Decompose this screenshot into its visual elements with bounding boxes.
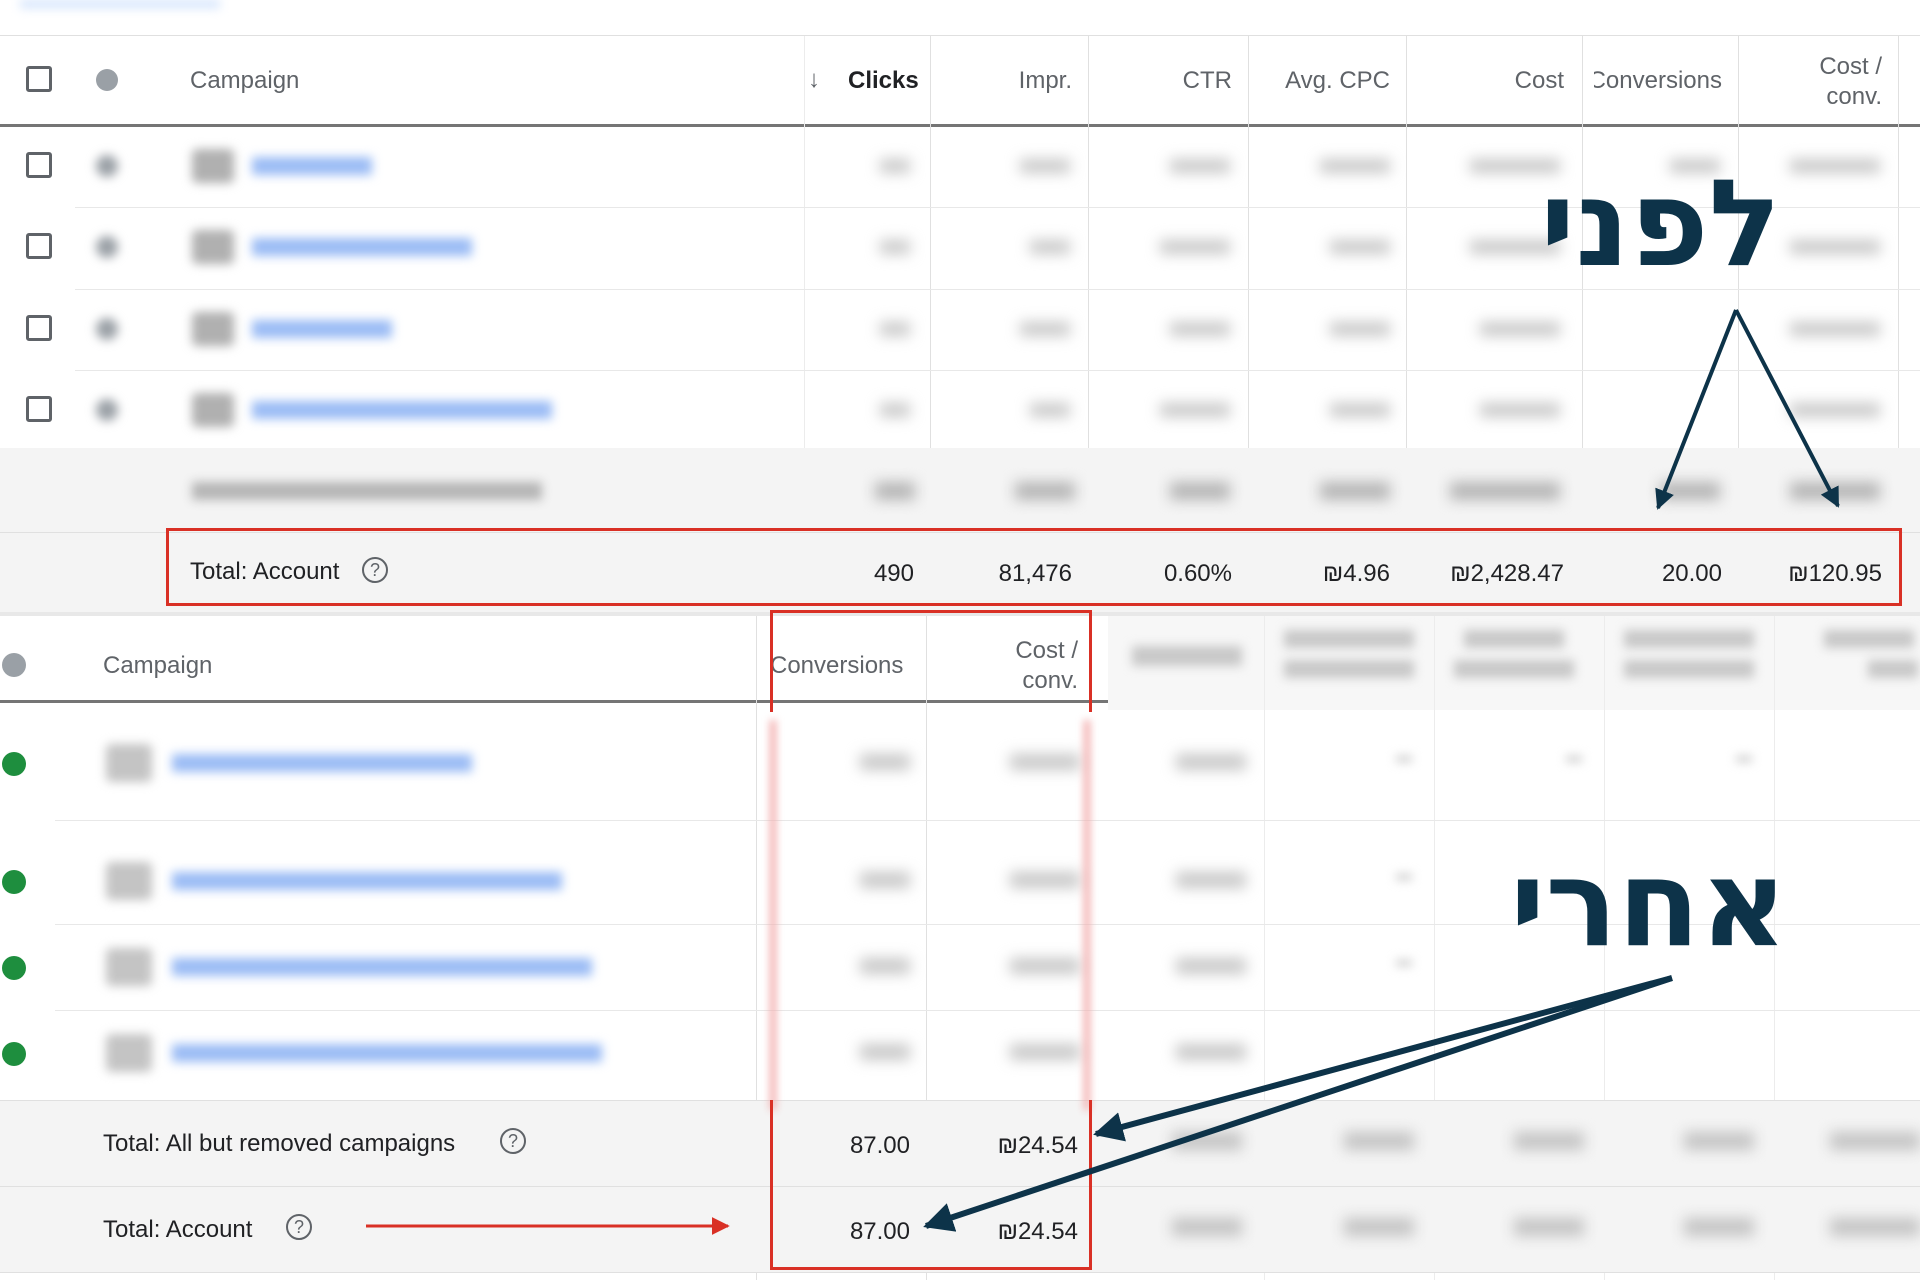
arrow-after-lower xyxy=(923,975,1673,1232)
arrow-after-upper xyxy=(1093,975,1673,1142)
annotation-arrows xyxy=(366,309,1840,1235)
arrow-before-right xyxy=(1734,309,1840,508)
arrow-before-left xyxy=(1655,309,1738,510)
